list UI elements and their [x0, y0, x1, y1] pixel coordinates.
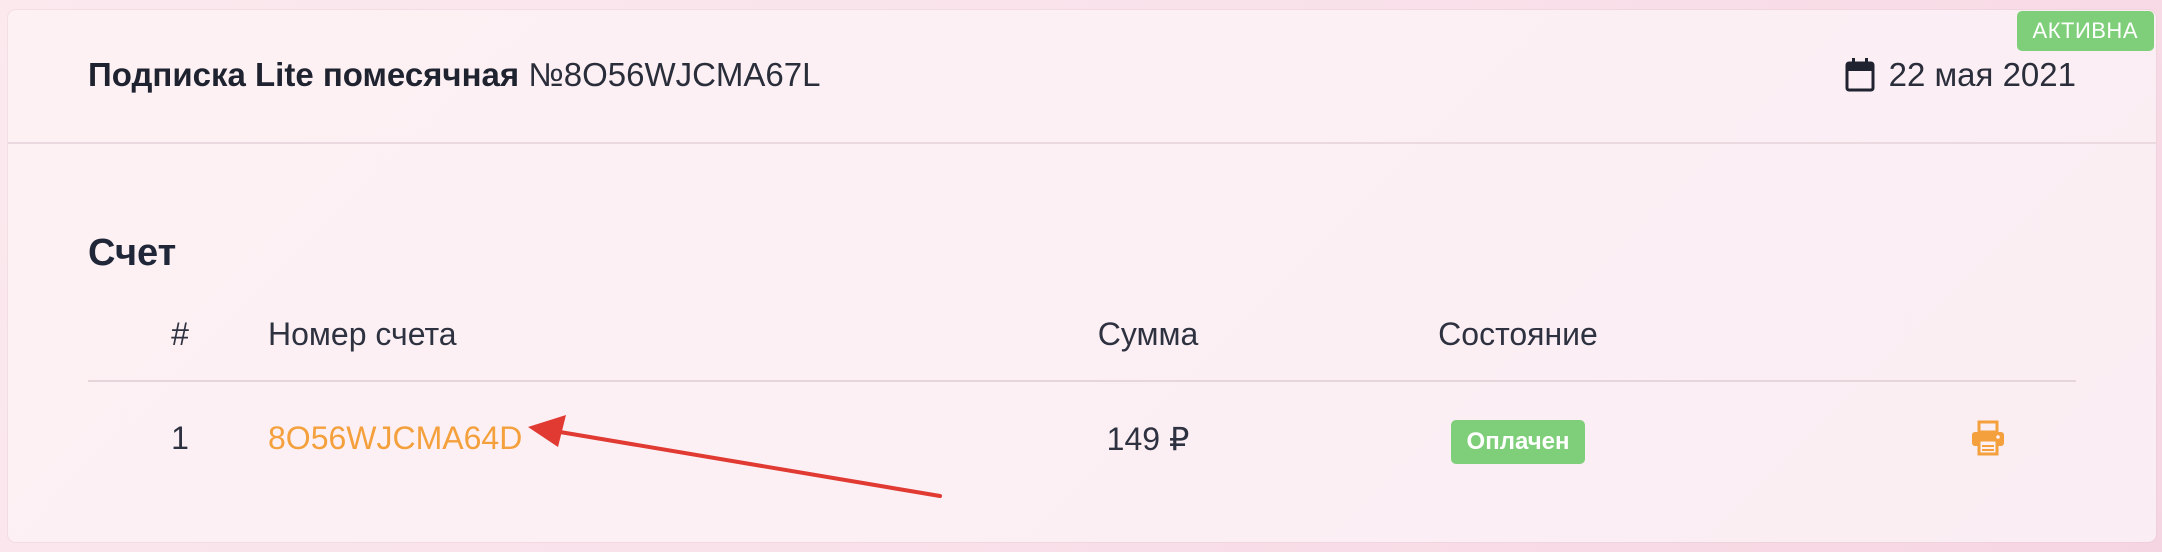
- subscription-title: Подписка Lite помесячная №8O56WJCMA67L: [88, 56, 820, 94]
- row-number: 1: [171, 420, 189, 456]
- column-header-state: Состояние: [1438, 316, 1598, 352]
- invoice-number-link[interactable]: 8O56WJCMA64D: [268, 420, 522, 456]
- table-header: # Номер счета Сумма Состояние: [88, 300, 2076, 382]
- date-text: 22 мая 2021: [1888, 56, 2076, 93]
- subscription-date: 22 мая 2021: [1845, 56, 2076, 94]
- subscription-card: АКТИВНА Подписка Lite помесячная №8O56WJ…: [8, 10, 2156, 542]
- table-row: 1 8O56WJCMA64D 149 ₽ Оплачен: [88, 382, 2076, 478]
- print-icon[interactable]: [1970, 420, 2006, 456]
- invoices-table: # Номер счета Сумма Состояние 1 8O56WJCM…: [88, 300, 2076, 478]
- calendar-icon: [1845, 58, 1875, 92]
- subscription-number: №8O56WJCMA67L: [528, 56, 821, 93]
- invoice-sum: 149 ₽: [1106, 421, 1190, 457]
- invoice-cell: 8O56WJCMA64D: [268, 420, 522, 457]
- print-cell: [1958, 420, 2018, 464]
- invoices-section-title: Счет: [88, 232, 177, 274]
- status-badge-paid: Оплачен: [1450, 420, 1586, 464]
- column-header-number: #: [171, 316, 189, 352]
- column-header-invoice: Номер счета: [268, 316, 457, 352]
- invoice-state-cell: Оплачен: [1388, 420, 1648, 464]
- column-header-sum: Сумма: [1097, 316, 1199, 352]
- subscription-name: Подписка Lite помесячная: [88, 56, 520, 93]
- card-header: Подписка Lite помесячная №8O56WJCMA67L 2…: [8, 10, 2156, 144]
